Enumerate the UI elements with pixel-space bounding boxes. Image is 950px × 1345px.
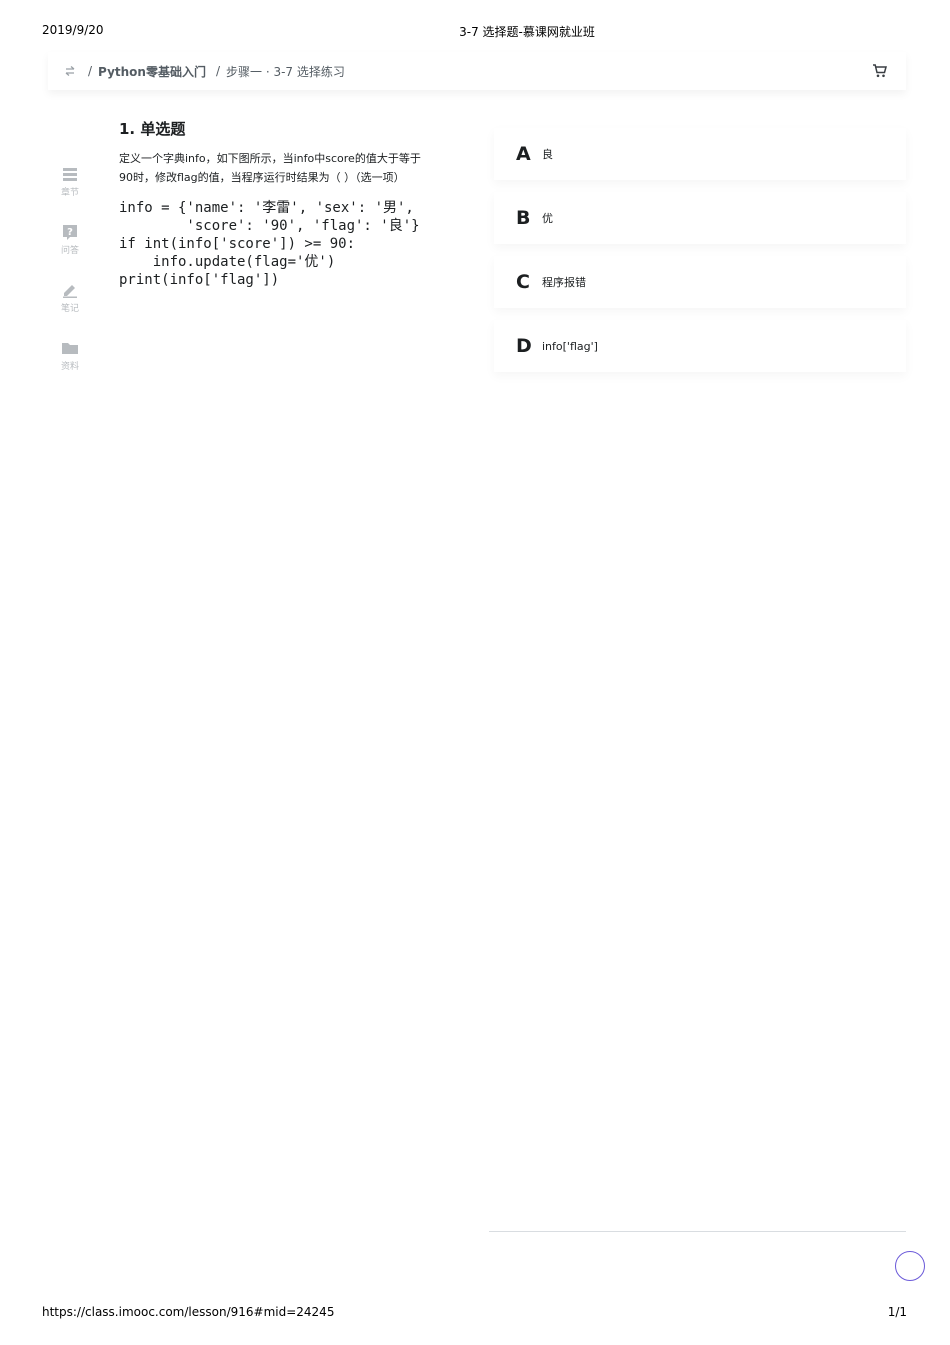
code-block: info = {'name': '李雷', 'sex': '男', 'score…	[119, 199, 449, 289]
option-text: 程序报错	[542, 276, 586, 289]
code-line: if int(info['score']) >= 90:	[119, 236, 356, 252]
question-panel: 1. 单选题 定义一个字典info，如下图所示，当info中score的值大于等…	[119, 118, 449, 289]
topbar: / Python零基础入门 / 步骤一 · 3-7 选择练习	[48, 52, 906, 90]
print-url: https://class.imooc.com/lesson/916#mid=2…	[42, 1305, 335, 1319]
sidebar-item-label: 问答	[60, 246, 79, 256]
folder-icon	[61, 339, 79, 357]
option-letter: A	[516, 143, 531, 165]
question-title: 1. 单选题	[119, 120, 186, 138]
sidebar-item-label: 资料	[60, 362, 79, 372]
sidebar-item-notes[interactable]: 笔记	[52, 281, 88, 339]
cart-icon[interactable]	[872, 63, 888, 79]
switch-arrows-icon[interactable]	[62, 63, 78, 79]
floating-round-button[interactable]	[895, 1251, 925, 1281]
print-title: 3-7 选择题-慕课网就业班	[459, 25, 595, 39]
breadcrumb-course[interactable]: Python零基础入门	[98, 63, 206, 80]
sidebar-item-materials[interactable]: 资料	[52, 339, 88, 397]
code-line: info = {'name': '李雷', 'sex': '男',	[119, 200, 414, 216]
sidebar-item-label: 章节	[60, 188, 79, 198]
code-line: 'score': '90', 'flag': '良'}	[119, 218, 420, 234]
option-c[interactable]: C 程序报错	[494, 256, 906, 308]
breadcrumb-separator: /	[88, 64, 93, 78]
option-b[interactable]: B 优	[494, 192, 906, 244]
option-text: 优	[542, 212, 553, 225]
answer-options: A 良 B 优 C 程序报错 D info['flag']	[494, 128, 906, 384]
print-page-number: 1/1	[887, 1305, 907, 1319]
breadcrumb-separator: /	[215, 64, 221, 78]
option-text: info['flag']	[542, 339, 598, 353]
pencil-icon	[61, 281, 79, 299]
question-icon: ?	[61, 223, 79, 241]
breadcrumb-lesson: 步骤一 · 3-7 选择练习	[226, 64, 345, 79]
option-letter: B	[516, 207, 531, 229]
svg-text:?: ?	[67, 227, 73, 238]
sidebar-item-qa[interactable]: ? 问答	[52, 223, 88, 281]
sidebar: 章节 ? 问答 笔记 资料	[52, 165, 88, 397]
sidebar-item-label: 笔记	[60, 304, 79, 314]
option-a[interactable]: A 良	[494, 128, 906, 180]
chapters-icon	[61, 165, 79, 183]
option-letter: D	[516, 335, 532, 357]
option-letter: C	[516, 271, 530, 293]
code-line: info.update(flag='优')	[119, 254, 336, 270]
question-text: 定义一个字典info，如下图所示，当info中score的值大于等于90时，修改…	[119, 152, 421, 184]
option-text: 良	[542, 148, 553, 161]
option-d[interactable]: D info['flag']	[494, 320, 906, 372]
sidebar-item-chapters[interactable]: 章节	[52, 165, 88, 223]
divider	[489, 1231, 906, 1232]
code-line: print(info['flag'])	[119, 272, 280, 288]
